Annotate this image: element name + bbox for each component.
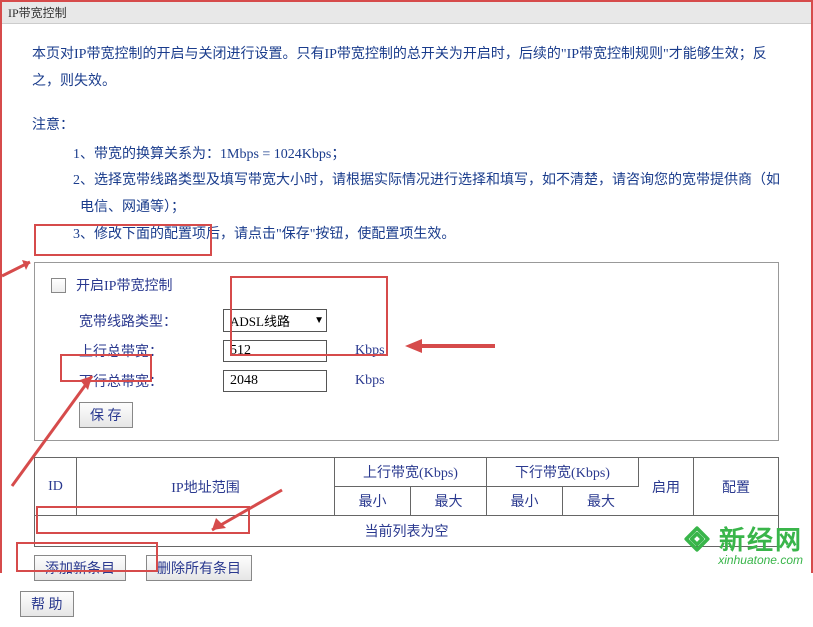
delete-all-button[interactable]: 删除所有条目	[146, 555, 252, 581]
main-content: 本页对IP带宽控制的开启与关闭进行设置。只有IP带宽控制的总开关为开启时，后续的…	[2, 24, 811, 627]
chevron-down-icon: ▼	[314, 315, 324, 326]
th-enable: 启用	[639, 458, 694, 516]
add-entry-button[interactable]: 添加新条目	[34, 555, 126, 581]
th-ip-range: IP地址范围	[77, 458, 335, 516]
enable-label: 开启IP带宽控制	[76, 275, 172, 295]
th-downlink: 下行带宽(Kbps)	[487, 458, 639, 487]
uplink-input[interactable]	[223, 340, 327, 362]
th-config: 配置	[694, 458, 778, 516]
downlink-row: 下行总带宽： Kbps	[45, 366, 768, 396]
notes-title: 注意：	[32, 113, 781, 140]
th-down-min: 最小	[487, 487, 563, 516]
uplink-unit: Kbps	[355, 343, 385, 359]
enable-checkbox[interactable]	[51, 278, 66, 293]
table-actions: 添加新条目 删除所有条目	[32, 547, 781, 581]
rules-table: ID IP地址范围 上行带宽(Kbps) 下行带宽(Kbps) 启用 配置 最小…	[34, 457, 779, 547]
uplink-label: 上行总带宽：	[79, 341, 199, 361]
downlink-input[interactable]	[223, 370, 327, 392]
downlink-label: 下行总带宽：	[79, 371, 199, 391]
th-uplink: 上行带宽(Kbps)	[335, 458, 487, 487]
line-type-value: ADSL线路	[230, 311, 290, 330]
enable-row: 开启IP带宽控制	[45, 273, 768, 305]
th-down-max: 最大	[563, 487, 639, 516]
table-header-row1: ID IP地址范围 上行带宽(Kbps) 下行带宽(Kbps) 启用 配置 最小…	[35, 458, 778, 516]
downlink-unit: Kbps	[355, 373, 385, 389]
uplink-row: 上行总带宽： Kbps	[45, 336, 768, 366]
line-type-label: 宽带线路类型：	[79, 311, 199, 331]
title-bar: IP带宽控制	[2, 2, 811, 24]
note-3: 3、修改下面的配置项后，请点击"保存"按钮，使配置项生效。	[32, 222, 781, 249]
line-type-row: 宽带线路类型： ADSL线路 ▼	[45, 305, 768, 336]
notes-section: 注意： 1、带宽的换算关系为：1Mbps = 1024Kbps； 2、选择宽带线…	[32, 113, 781, 248]
line-type-select[interactable]: ADSL线路 ▼	[223, 309, 327, 332]
window-title: IP带宽控制	[8, 6, 67, 20]
table-empty-row: 当前列表为空	[35, 516, 778, 546]
th-up-max: 最大	[411, 487, 487, 516]
save-button[interactable]: 保 存	[79, 402, 133, 428]
note-1: 1、带宽的换算关系为：1Mbps = 1024Kbps；	[32, 142, 781, 169]
th-up-min: 最小	[335, 487, 411, 516]
help-button[interactable]: 帮 助	[20, 591, 74, 617]
note-2: 2、选择宽带线路类型及填写带宽大小时，请根据实际情况进行选择和填写，如不清楚，请…	[32, 168, 781, 221]
intro-text: 本页对IP带宽控制的开启与关闭进行设置。只有IP带宽控制的总开关为开启时，后续的…	[32, 42, 781, 95]
config-panel: 开启IP带宽控制 宽带线路类型： ADSL线路 ▼ 上行总带宽： Kbps 下行…	[34, 262, 779, 441]
th-id: ID	[35, 458, 77, 516]
